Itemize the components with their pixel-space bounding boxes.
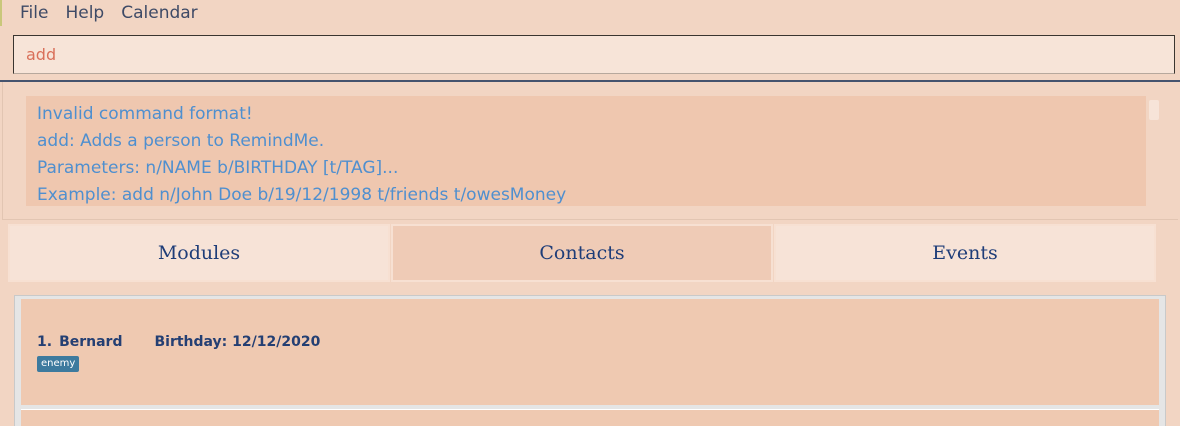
tab-modules-label: Modules [157,242,241,264]
menu-file[interactable]: File [20,2,48,24]
menu-help[interactable]: Help [65,2,104,24]
list-item[interactable] [21,299,1159,405]
command-input[interactable] [26,45,1174,64]
result-display[interactable]: Invalid command format! add: Adds a pers… [26,96,1146,206]
menu-bar: File Help Calendar [0,0,1180,26]
contact-birthday: Birthday: 12/12/2020 [154,334,321,350]
command-box[interactable] [13,35,1175,74]
contact-name: Bernard [59,334,123,350]
remindme-window: File Help Calendar Invalid command forma… [0,0,1180,426]
tab-contacts-label: Contacts [539,242,625,264]
tab-events-label: Events [932,242,998,264]
result-scrollbar-thumb[interactable] [1149,100,1159,120]
result-line: Example: add n/John Doe b/19/12/1998 t/f… [37,185,567,205]
result-line: add: Adds a person to RemindMe. [37,131,325,151]
tab-modules[interactable]: Modules [8,224,390,282]
tab-events[interactable]: Events [774,224,1156,282]
list-item[interactable] [21,409,1159,426]
result-line: Invalid command format! [37,104,253,124]
contact-tag: enemy [37,356,80,372]
contact-card-header: 1. Bernard Birthday: 12/12/2020 [37,334,320,350]
menu-calendar[interactable]: Calendar [121,2,197,24]
contact-index: 1. [37,334,53,350]
result-line: Parameters: n/NAME b/BIRTHDAY [t/TAG]... [37,158,399,178]
tab-contacts[interactable]: Contacts [391,224,773,282]
